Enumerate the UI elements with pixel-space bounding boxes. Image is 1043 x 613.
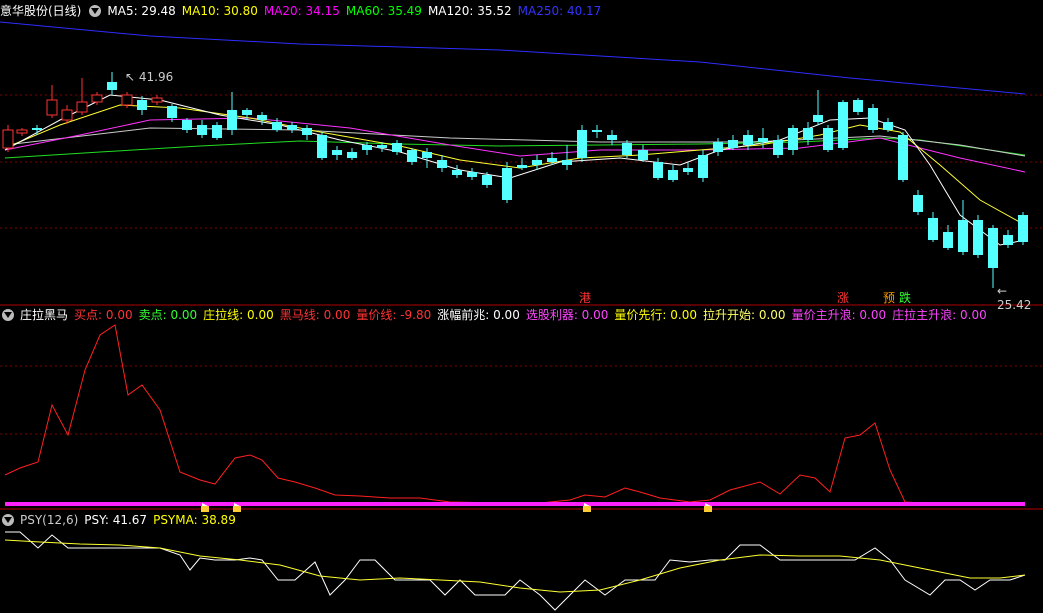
candlestick[interactable] (838, 100, 848, 150)
candlestick[interactable] (653, 158, 663, 180)
candlestick[interactable] (973, 215, 983, 258)
high-price-label: ↖ 41.96 (125, 70, 174, 84)
signal-tag: 港 (579, 291, 592, 305)
candlestick-series[interactable] (2, 72, 1028, 288)
candlestick[interactable] (913, 190, 923, 215)
psy-indicator-1: PSYMA: 38.89 (153, 513, 236, 527)
zlhm-panel-title: 庄拉黑马 (20, 308, 69, 322)
candlestick[interactable] (16, 128, 28, 136)
candlestick[interactable] (1003, 230, 1013, 248)
candlestick[interactable] (151, 95, 163, 105)
candlestick[interactable] (182, 118, 192, 133)
price-indicator-4: MA120: 35.52 (427, 4, 512, 18)
price-indicator-5: MA250: 40.17 (517, 4, 602, 18)
candlestick[interactable] (1018, 212, 1028, 245)
candlestick[interactable] (713, 138, 723, 156)
candlestick[interactable] (607, 130, 617, 145)
ma120-line (4, 127, 1026, 157)
signal-tag: 跌 (899, 291, 912, 305)
candlestick[interactable] (788, 125, 798, 155)
candlestick[interactable] (227, 92, 237, 135)
candlestick[interactable] (502, 162, 512, 203)
candlestick[interactable] (562, 145, 572, 170)
candlestick[interactable] (317, 132, 327, 160)
zlhm-indicator-3: 黑马线: 0.00 (279, 308, 351, 322)
candlestick[interactable] (392, 140, 402, 155)
psy-panel-title: PSY(12,6) (20, 513, 79, 527)
candlestick[interactable] (943, 225, 953, 250)
candlestick[interactable] (302, 125, 312, 140)
price-indicator-values: MA5: 29.48 MA10: 30.80 MA20: 34.15 MA60: 35… (107, 2, 601, 20)
zlhm-indicator-2: 庄拉线: 0.00 (203, 308, 274, 322)
candlestick[interactable] (76, 78, 88, 115)
zlhm-indicator-values: 买点: 0.00 卖点: 0.00 庄拉线: 0.00 黑马线: 0.00 量价线: -… (74, 306, 987, 324)
psy-legend: PSY(12,6) PSY: 41.67 PSYMA: 38.89 (0, 511, 236, 529)
candlestick[interactable] (592, 125, 602, 138)
candlestick[interactable] (452, 165, 462, 178)
candlestick[interactable] (958, 200, 968, 255)
candlestick[interactable] (577, 125, 587, 162)
price-legend: 意华股份(日线) MA5: 29.48 MA10: 30.80 MA20: 34.1… (0, 2, 601, 20)
candlestick[interactable] (868, 104, 878, 133)
candlestick[interactable] (347, 148, 357, 160)
psy-indicator-values: PSY: 41.67 PSYMA: 38.89 (84, 511, 236, 529)
candlestick[interactable] (773, 135, 783, 158)
psy-indicator-0: PSY: 41.67 (84, 513, 148, 527)
candlestick[interactable] (728, 135, 738, 150)
candlestick[interactable] (638, 145, 648, 162)
zlhm-indicator (4, 324, 1026, 512)
zlhm-indicator-5: 涨幅前兆: 0.00 (437, 308, 520, 322)
zlhm-indicator-0: 买点: 0.00 (74, 308, 133, 322)
candlestick[interactable] (197, 120, 207, 138)
candlestick[interactable] (287, 122, 297, 133)
zlhm-legend: 庄拉黑马 买点: 0.00 卖点: 0.00 庄拉线: 0.00 黑马线: 0.00 量… (0, 306, 987, 324)
candlestick[interactable] (823, 125, 833, 152)
price-indicator-3: MA60: 35.49 (345, 4, 422, 18)
zlhm-indicator-1: 卖点: 0.00 (138, 308, 198, 322)
chevron-down-icon[interactable] (2, 309, 14, 321)
zlhm-indicator-10: 庄拉主升浪: 0.00 (892, 308, 987, 322)
candlestick[interactable] (212, 122, 222, 140)
candlestick[interactable] (898, 132, 908, 182)
candlestick[interactable] (988, 225, 998, 288)
low-price-label: ← 25.42 (997, 284, 1032, 312)
candlestick[interactable] (46, 85, 58, 118)
candlestick[interactable] (467, 168, 477, 180)
signal-tag: 预 (883, 291, 896, 305)
zlhm-indicator-8: 拉升开始: 0.00 (702, 308, 786, 322)
candlestick[interactable] (883, 118, 893, 132)
candlestick[interactable] (107, 72, 117, 95)
candlestick[interactable] (668, 165, 678, 182)
candlestick[interactable] (437, 155, 447, 172)
candlestick[interactable] (853, 98, 863, 115)
candlestick[interactable] (332, 146, 342, 160)
candlestick[interactable] (743, 130, 753, 150)
signal-tag: 涨 (837, 291, 850, 305)
price-indicator-2: MA20: 34.15 (263, 4, 340, 18)
candlestick[interactable] (2, 125, 14, 152)
price-panel-title: 意华股份(日线) (0, 4, 82, 18)
price-indicator-1: MA10: 30.80 (181, 4, 258, 18)
candlestick[interactable] (928, 212, 938, 242)
candlestick[interactable] (362, 142, 372, 155)
zlhm-indicator-9: 量价主升浪: 0.00 (791, 308, 887, 322)
zlhm-indicator-7: 量价先行: 0.00 (614, 308, 697, 322)
chevron-down-icon[interactable] (2, 514, 14, 526)
zlhm-indicator-4: 量价线: -9.80 (356, 308, 432, 322)
psy-indicator (4, 531, 1026, 611)
zlhm-indicator-6: 选股利器: 0.00 (525, 308, 609, 322)
chevron-down-icon[interactable] (89, 5, 102, 17)
candlestick[interactable] (683, 162, 693, 175)
price-indicator-0: MA5: 29.48 (107, 4, 176, 18)
